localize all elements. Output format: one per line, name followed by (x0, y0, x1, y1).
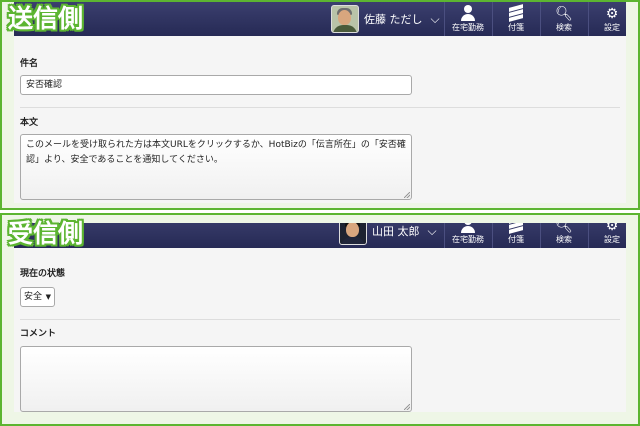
nav-search[interactable]: 🔍︎ 検索 (540, 223, 587, 248)
comment-textarea[interactable] (20, 346, 412, 412)
subject-label: 件名 (20, 59, 39, 69)
body-text: このメールを受け取られた方は本文URLをクリックするか、HotBizの「伝言所在… (26, 140, 406, 165)
receiver-panel: 山田 太郎 ⌵ 在宅勤務 付箋 🔍︎ 検索 ⚙ 設定 現在の状態 安全 ▼ コメ… (0, 213, 640, 426)
nav-search[interactable]: 🔍︎ 検索 (540, 2, 587, 36)
body-textarea[interactable]: このメールを受け取られた方は本文URLをクリックするか、HotBizの「伝言所在… (20, 134, 412, 200)
nav-label: 付箋 (508, 235, 524, 244)
resize-handle-icon[interactable] (404, 404, 410, 410)
status-select[interactable]: 安全 ▼ (20, 287, 55, 307)
subject-input[interactable]: 安否確認 (20, 75, 412, 95)
nav-settings[interactable]: ⚙ 設定 (588, 223, 626, 248)
nav-label: 付箋 (508, 23, 524, 32)
sender-panel: 佐藤 ただし ⌵ 在宅勤務 付箋 🔍︎ 検索 ⚙ 設定 件名 安否確認 本文 こ… (0, 0, 640, 210)
body-label: 本文 (20, 118, 39, 128)
receiver-screen: 山田 太郎 ⌵ 在宅勤務 付箋 🔍︎ 検索 ⚙ 設定 現在の状態 安全 ▼ コメ… (14, 223, 626, 412)
receiver-top-nav: 山田 太郎 ⌵ 在宅勤務 付箋 🔍︎ 検索 ⚙ 設定 (14, 223, 626, 248)
divider (20, 107, 620, 108)
dropdown-arrow-icon: ▼ (45, 293, 51, 301)
chevron-down-icon: ⌵ (427, 223, 437, 238)
nav-label: 検索 (556, 23, 572, 32)
nav-remote-work[interactable]: 在宅勤務 (444, 223, 491, 248)
receiver-badge: 受信側 (8, 219, 84, 248)
user-name: 佐藤 ただし (364, 13, 423, 26)
divider (20, 319, 620, 320)
search-icon: 🔍︎ (555, 223, 573, 234)
chevron-down-icon: ⌵ (430, 11, 440, 26)
nav-label: 在宅勤務 (452, 235, 484, 244)
sticky-note-icon (509, 223, 523, 234)
gear-icon: ⚙ (605, 223, 619, 234)
search-icon: 🔍︎ (555, 6, 573, 22)
user-name: 山田 太郎 (372, 225, 420, 238)
status-label: 現在の状態 (20, 269, 66, 279)
nav-remote-work[interactable]: 在宅勤務 (444, 2, 491, 36)
sender-screen: 佐藤 ただし ⌵ 在宅勤務 付箋 🔍︎ 検索 ⚙ 設定 件名 安否確認 本文 こ… (14, 2, 626, 203)
gear-icon: ⚙ (605, 6, 619, 22)
receiver-user-menu[interactable]: 山田 太郎 ⌵ (339, 223, 437, 248)
nav-sticky-notes[interactable]: 付箋 (492, 223, 539, 248)
sender-top-nav: 佐藤 ただし ⌵ 在宅勤務 付箋 🔍︎ 検索 ⚙ 設定 (14, 2, 626, 36)
resize-handle-icon[interactable] (404, 192, 410, 198)
person-icon (460, 223, 476, 233)
comment-label: コメント (20, 329, 57, 339)
sticky-note-icon (509, 4, 523, 22)
avatar (331, 5, 359, 33)
nav-label: 設定 (604, 23, 620, 32)
person-icon (460, 5, 476, 21)
nav-label: 検索 (556, 235, 572, 244)
nav-sticky-notes[interactable]: 付箋 (492, 2, 539, 36)
sender-badge: 送信側 (8, 4, 84, 33)
nav-settings[interactable]: ⚙ 設定 (588, 2, 626, 36)
nav-label: 在宅勤務 (452, 23, 484, 32)
avatar (339, 223, 367, 245)
nav-label: 設定 (604, 235, 620, 244)
status-value: 安全 (24, 292, 43, 302)
sender-user-menu[interactable]: 佐藤 ただし ⌵ (331, 2, 440, 36)
